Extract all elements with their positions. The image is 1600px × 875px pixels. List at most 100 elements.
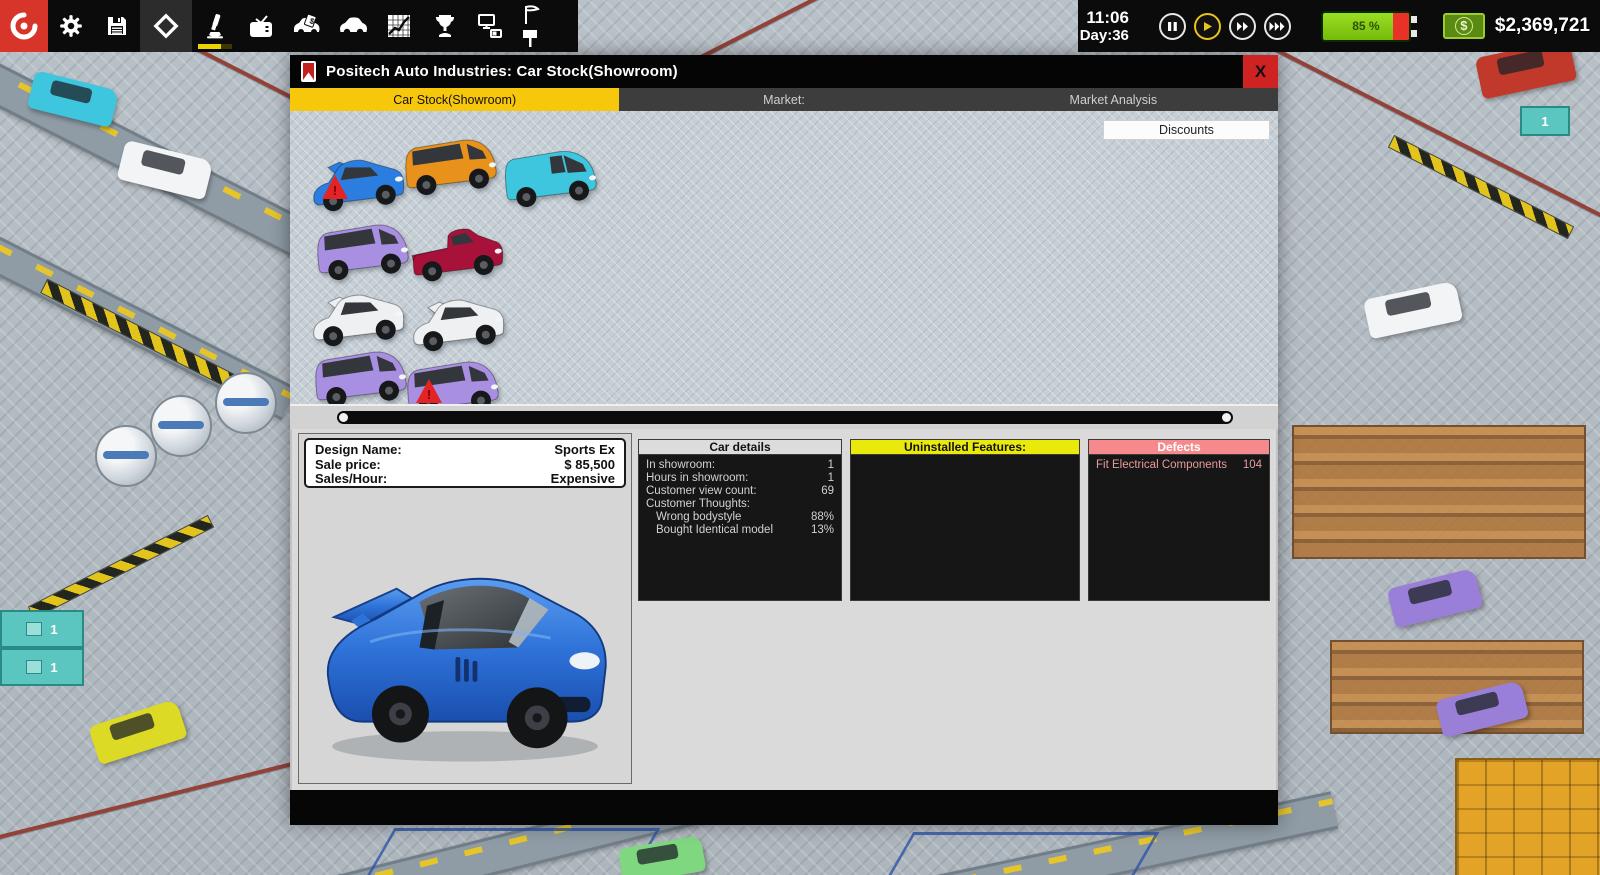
car-details-panel: Car details In showroom: 1 Hours in showr… bbox=[638, 439, 842, 601]
showroom-area: Discounts ! ! ! ! ! ! ! ! bbox=[290, 111, 1278, 404]
tab-car-stock[interactable]: Car Stock(Showroom) bbox=[290, 88, 619, 111]
power-percent-label: 85 % bbox=[1352, 19, 1379, 33]
crate-stack bbox=[1455, 758, 1600, 875]
factory-car bbox=[88, 699, 188, 765]
money-amount: $2,369,721 bbox=[1495, 15, 1590, 37]
pallet-rack bbox=[1292, 425, 1586, 559]
storage-tank bbox=[215, 372, 277, 434]
scroll-right-handle[interactable] bbox=[1222, 413, 1231, 422]
showroom-car-van[interactable]: ! bbox=[500, 143, 600, 209]
detail-value: 13% bbox=[811, 524, 834, 537]
showroom-car-sedan[interactable]: ! bbox=[408, 289, 508, 355]
tab-market-analysis[interactable]: Market Analysis bbox=[949, 88, 1278, 111]
showroom-car-wagon[interactable]: ! bbox=[400, 131, 500, 197]
slot-counter-badge: 1 bbox=[0, 610, 84, 648]
multi-monitor-button[interactable] bbox=[468, 0, 514, 52]
defect-label: Fit Electrical Components bbox=[1096, 459, 1227, 472]
main-toolbar: $ bbox=[0, 0, 578, 52]
detail-label: Wrong bodystyle bbox=[656, 511, 741, 524]
steel-frame bbox=[366, 828, 661, 875]
car-stock-dialog: Positech Auto Industries: Car Stock(Show… bbox=[290, 55, 1278, 823]
selected-car-image bbox=[313, 526, 617, 776]
sale-price-value: $ 85,500 bbox=[564, 458, 615, 473]
detail-label: Customer view count: bbox=[646, 485, 757, 498]
close-button[interactable]: X bbox=[1243, 55, 1278, 88]
design-info-box: Design Name: Sports Ex Sale price: $ 85,50… bbox=[304, 438, 626, 488]
detail-value: 1 bbox=[828, 459, 834, 472]
uninstalled-features-panel: Uninstalled Features: bbox=[850, 439, 1080, 601]
detail-label: In showroom: bbox=[646, 459, 715, 472]
slot-count: 1 bbox=[1541, 114, 1548, 129]
sales-hour-label: Sales/Hour: bbox=[315, 472, 387, 487]
design-name-value: Sports Ex bbox=[554, 443, 615, 458]
detail-value: 69 bbox=[821, 485, 834, 498]
horizontal-scrollbar[interactable] bbox=[337, 411, 1233, 424]
pause-button[interactable] bbox=[1159, 13, 1186, 40]
sale-price-label: Sale price: bbox=[315, 458, 381, 473]
machine-chip-icon bbox=[26, 622, 42, 636]
build-mode-button[interactable] bbox=[140, 0, 192, 52]
showroom-scroll-strip bbox=[290, 404, 1278, 429]
selected-car-panel: Design Name: Sports Ex Sale price: $ 85,50… bbox=[298, 433, 632, 784]
slot-counter-badge: 1 bbox=[0, 648, 84, 686]
vehicle-design-button[interactable] bbox=[330, 0, 376, 52]
tab-market[interactable]: Market: bbox=[619, 88, 948, 111]
machine-chip-icon bbox=[26, 660, 42, 674]
settings-button[interactable] bbox=[48, 0, 94, 52]
save-game-button[interactable] bbox=[94, 0, 140, 52]
game-screen: 1 1 1 $ bbox=[0, 0, 1600, 875]
steel-frame bbox=[887, 832, 1160, 875]
game-clock: 11:06 Day:36 bbox=[1080, 8, 1129, 45]
status-bar: 11:06 Day:36 85 % $ $2,369,721 bbox=[1078, 0, 1600, 52]
detail-area: Design Name: Sports Ex Sale price: $ 85,50… bbox=[290, 429, 1278, 790]
detail-value: 1 bbox=[828, 472, 834, 485]
detail-label: Bought Identical model bbox=[656, 524, 773, 537]
discounts-button[interactable]: Discounts bbox=[1103, 120, 1270, 140]
vehicle-showroom-button[interactable]: $ bbox=[284, 0, 330, 52]
dialog-titlebar: Positech Auto Industries: Car Stock(Show… bbox=[290, 55, 1278, 88]
dialog-footer bbox=[290, 790, 1278, 825]
detail-label: Hours in showroom: bbox=[646, 472, 748, 485]
power-meter-deficit bbox=[1393, 13, 1409, 40]
detail-label: Customer Thoughts: bbox=[646, 498, 750, 511]
dialog-title: Positech Auto Industries: Car Stock(Show… bbox=[326, 63, 678, 80]
dialog-tabs: Car Stock(Showroom) Market: Market Analy… bbox=[290, 88, 1278, 111]
storage-tank bbox=[150, 395, 212, 457]
company-logo-icon bbox=[301, 61, 316, 82]
day-label: Day:36 bbox=[1080, 27, 1129, 44]
factory-car bbox=[1386, 568, 1483, 629]
showroom-car-pickup[interactable]: ! bbox=[408, 219, 508, 285]
sales-hour-value: Expensive bbox=[551, 472, 615, 487]
research-button[interactable] bbox=[192, 0, 238, 52]
fast-forward-button[interactable] bbox=[1229, 13, 1256, 40]
detail-value: 88% bbox=[811, 511, 834, 524]
research-progress-bar bbox=[198, 44, 232, 49]
slot-count: 1 bbox=[50, 622, 57, 637]
cash-display: $ $2,369,721 bbox=[1443, 13, 1590, 39]
showroom-car-suv[interactable]: ! bbox=[310, 343, 410, 409]
uninstalled-features-header: Uninstalled Features: bbox=[850, 439, 1080, 455]
power-meter: 85 % bbox=[1321, 11, 1411, 42]
hazard-stripe bbox=[28, 515, 214, 619]
showroom-car-suv[interactable]: ! bbox=[312, 216, 412, 282]
play-button[interactable] bbox=[1194, 13, 1221, 40]
achievements-button[interactable] bbox=[422, 0, 468, 52]
positech-logo-icon[interactable] bbox=[0, 0, 48, 52]
defects-header: Defects bbox=[1088, 439, 1270, 455]
statistics-button[interactable] bbox=[376, 0, 422, 52]
defect-value: 104 bbox=[1243, 459, 1262, 472]
fastest-forward-button[interactable] bbox=[1264, 13, 1291, 40]
slot-count: 1 bbox=[50, 660, 57, 675]
design-name-label: Design Name: bbox=[315, 443, 402, 458]
scroll-left-handle[interactable] bbox=[339, 413, 348, 422]
showroom-car-sports[interactable]: ! bbox=[308, 149, 408, 215]
storage-tank bbox=[95, 425, 157, 487]
slot-counter-badge: 1 bbox=[1520, 106, 1570, 136]
car-details-header: Car details bbox=[638, 439, 842, 455]
time-label: 11:06 bbox=[1080, 8, 1129, 28]
milestones-button[interactable] bbox=[514, 0, 548, 52]
defects-panel: Defects Fit Electrical Components 104 bbox=[1088, 439, 1270, 601]
money-icon: $ bbox=[1443, 13, 1485, 39]
marketing-tv-button[interactable] bbox=[238, 0, 284, 52]
factory-car bbox=[1363, 281, 1463, 340]
